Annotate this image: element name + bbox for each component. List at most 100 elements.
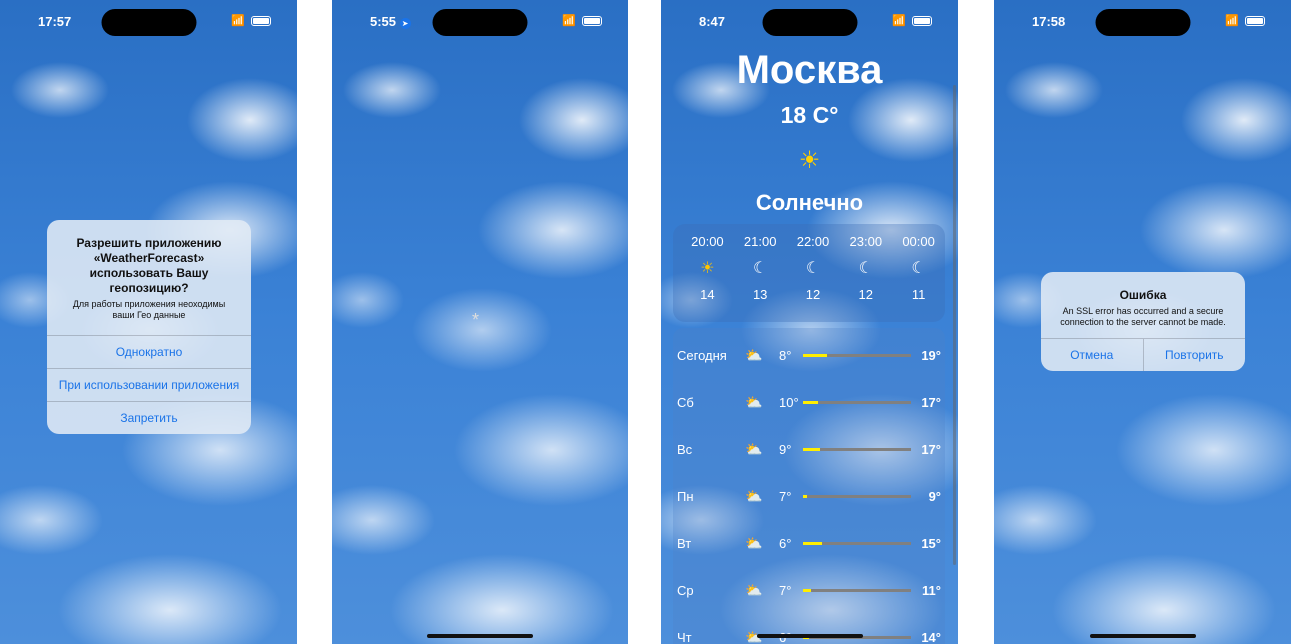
- alert-message: Для работы приложения неоходимы ваши Гео…: [72, 299, 226, 320]
- temp-range-fill: [803, 494, 808, 498]
- partly-cloudy-rain-icon: ⛅: [745, 440, 763, 457]
- partly-cloudy-rain-icon: ⛅: [745, 534, 763, 551]
- hour-label: 20:00: [691, 234, 724, 249]
- temp-range-fill: [803, 588, 811, 592]
- location-arrow-icon: ➤: [399, 18, 411, 29]
- home-indicator[interactable]: [756, 634, 863, 638]
- partly-cloudy-rain-icon: ⛅: [745, 581, 763, 598]
- partly-cloudy-rain-icon: ⛅: [745, 346, 763, 363]
- high-temp: 14°: [921, 629, 941, 644]
- retry-button[interactable]: Повторить: [1143, 338, 1245, 371]
- moon-icon: ☾: [753, 260, 768, 277]
- home-indicator[interactable]: [1089, 634, 1196, 638]
- battery-icon: [1245, 15, 1265, 26]
- temp-range-bar: [803, 353, 911, 357]
- temp-range-bar: [803, 447, 911, 451]
- status-time: 17:58: [1032, 14, 1066, 29]
- day-name: Пн: [677, 488, 694, 504]
- allow-once-button[interactable]: Однократно: [47, 335, 251, 368]
- low-temp: 9°: [779, 441, 792, 457]
- temp-range-bar: [803, 588, 911, 592]
- hour-temp: 12: [858, 287, 874, 302]
- dynamic-island: [101, 9, 196, 36]
- daily-row: Сегодня ⛅ 8° 19°: [677, 345, 941, 365]
- condition-text: Солнечно: [755, 190, 864, 215]
- day-name: Сб: [677, 394, 694, 410]
- scrollbar[interactable]: [953, 85, 956, 565]
- day-name: Ср: [677, 582, 694, 598]
- temp-range-fill: [803, 400, 819, 404]
- home-indicator[interactable]: [427, 634, 533, 638]
- temp-range-fill: [803, 541, 823, 545]
- daily-row: Вс ⛅ 9° 17°: [677, 439, 941, 459]
- high-temp: 11°: [922, 582, 941, 598]
- day-name: Вт: [677, 535, 692, 551]
- day-name: Сегодня: [677, 347, 727, 363]
- deny-button[interactable]: Запретить: [47, 401, 251, 434]
- battery-icon: [251, 15, 271, 26]
- high-temp: 17°: [921, 441, 941, 457]
- allow-while-using-button[interactable]: При использовании приложения: [47, 368, 251, 401]
- low-temp: 7°: [779, 488, 792, 504]
- moon-icon: ☾: [858, 260, 873, 277]
- temp-range-fill: [803, 353, 827, 357]
- temp-range-fill: [803, 447, 821, 451]
- high-temp: 15°: [921, 535, 941, 551]
- daily-row: Вт ⛅ 6° 15°: [677, 533, 941, 553]
- daily-forecast[interactable]: Сегодня ⛅ 8° 19° Сб ⛅ 10° 17° Вс ⛅ 9° 17° П…: [673, 328, 945, 644]
- hour-label: 21:00: [743, 234, 777, 249]
- daily-row: Ср ⛅ 7° 11°: [677, 580, 941, 600]
- hour-label: 22:00: [796, 234, 830, 249]
- hourly-item: 20:00 ☀ 14: [681, 234, 734, 322]
- temp-range-bar: [803, 494, 911, 498]
- hour-temp: 12: [805, 287, 821, 302]
- screen-location-permission: 17:57 📶 Разрешить приложению «WeatherFor…: [0, 0, 297, 644]
- status-time: 8:47: [699, 14, 726, 29]
- status-icons: 📶: [892, 14, 932, 27]
- screen-weather: 8:47 📶 Москва 18 C° ☀ Солнечно 20:00 ☀ 1…: [661, 0, 958, 644]
- error-alert: Ошибка An SSL error has occurred and a s…: [1041, 272, 1245, 371]
- wifi-icon: 📶: [562, 15, 576, 27]
- screen-loading: 5:55 ➤ 📶 *: [332, 0, 628, 644]
- day-name: Вс: [677, 441, 693, 457]
- dynamic-island: [762, 9, 857, 36]
- high-temp: 9°: [928, 488, 941, 504]
- cancel-button[interactable]: Отмена: [1041, 338, 1144, 371]
- moon-icon: ☾: [911, 260, 926, 277]
- status-icons: 📶: [231, 14, 271, 27]
- hour-temp: 14: [700, 287, 715, 302]
- status-time: 17:57: [38, 14, 72, 29]
- permission-alert: Разрешить приложению «WeatherForecast» и…: [47, 220, 251, 434]
- alert-title: Ошибка: [1119, 288, 1167, 302]
- wifi-icon: 📶: [892, 15, 906, 27]
- status-icons: 📶: [562, 14, 602, 27]
- dynamic-island: [1095, 9, 1190, 36]
- low-temp: 6°: [779, 535, 792, 551]
- status-time: 5:55 ➤: [370, 14, 411, 29]
- temp-range-bar: [803, 400, 911, 404]
- current-temperature: 18 C°: [780, 102, 839, 128]
- moon-icon: ☾: [805, 260, 821, 277]
- low-temp: 7°: [779, 582, 792, 598]
- battery-icon: [912, 15, 932, 26]
- screen-error: 17:58 📶 Ошибка An SSL error has occurred…: [994, 0, 1291, 644]
- hour-temp: 13: [752, 287, 768, 302]
- alert-title: Разрешить приложению «WeatherForecast» и…: [76, 236, 222, 295]
- partly-cloudy-rain-icon: ⛅: [745, 487, 763, 504]
- hourly-item: 22:00 ☾ 12: [787, 234, 840, 322]
- hour-label: 00:00: [902, 234, 935, 249]
- wifi-icon: 📶: [1225, 15, 1239, 27]
- hour-temp: 11: [911, 287, 926, 302]
- city-name: Москва: [736, 48, 883, 92]
- status-icons: 📶: [1225, 14, 1265, 27]
- wifi-icon: 📶: [231, 15, 245, 27]
- high-temp: 19°: [921, 347, 941, 363]
- hourly-forecast[interactable]: 20:00 ☀ 14 21:00 ☾ 13 22:00 ☾ 12 23:00 ☾ 12…: [673, 224, 945, 322]
- hourly-item: 21:00 ☾ 13: [734, 234, 787, 322]
- daily-row: Пн ⛅ 7° 9°: [677, 486, 941, 506]
- hourly-item: 23:00 ☾ 12: [839, 234, 892, 322]
- battery-icon: [582, 15, 602, 26]
- temp-range-bar: [803, 541, 911, 545]
- sun-icon: ☀: [798, 147, 821, 174]
- alert-message: An SSL error has occurred and a secure c…: [1060, 306, 1226, 327]
